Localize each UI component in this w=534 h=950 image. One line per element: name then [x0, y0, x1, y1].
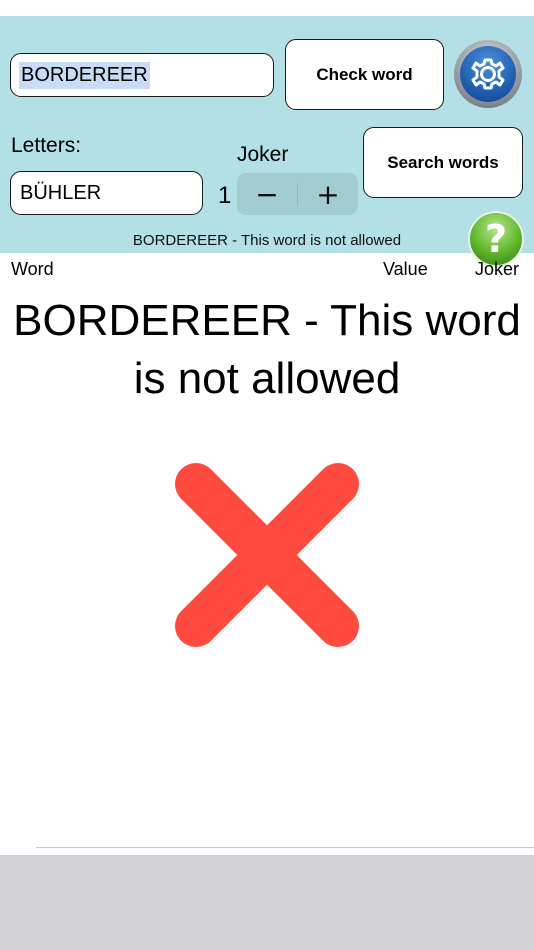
- column-header-joker: Joker: [475, 259, 520, 279]
- status-text: BORDEREER - This word is not allowed: [132, 232, 402, 249]
- word-input-value: BORDEREER: [19, 61, 150, 89]
- search-words-button[interactable]: Search words: [363, 127, 523, 198]
- joker-increment-button[interactable]: +: [298, 173, 358, 215]
- gear-icon: [460, 46, 516, 102]
- joker-count: 1: [218, 182, 232, 209]
- joker-label: Joker: [237, 143, 289, 166]
- control-panel: BORDEREER Check word Letters: Joker BÜHL…: [0, 16, 534, 267]
- letters-input[interactable]: BÜHLER: [10, 171, 203, 215]
- app-screen: BORDEREER Check word Letters: Joker BÜHL…: [0, 0, 534, 950]
- question-icon: ?: [484, 217, 508, 261]
- joker-stepper: − +: [237, 173, 358, 215]
- x-mark-icon: [175, 463, 359, 647]
- letters-input-value: BÜHLER: [20, 181, 102, 204]
- gear-icon-shape: [471, 58, 505, 90]
- separator-line: [36, 847, 534, 848]
- column-header-word: Word: [11, 259, 54, 279]
- bottom-bar: [0, 855, 534, 950]
- letters-label: Letters:: [11, 134, 82, 157]
- column-header-value: Value: [383, 259, 428, 279]
- joker-decrement-button[interactable]: −: [237, 173, 297, 215]
- status-bar: [0, 0, 534, 16]
- check-word-button[interactable]: Check word: [285, 39, 444, 110]
- settings-button[interactable]: [454, 40, 522, 108]
- word-input[interactable]: BORDEREER: [10, 53, 274, 97]
- result-message: BORDEREER - This word is not allowed: [13, 296, 521, 403]
